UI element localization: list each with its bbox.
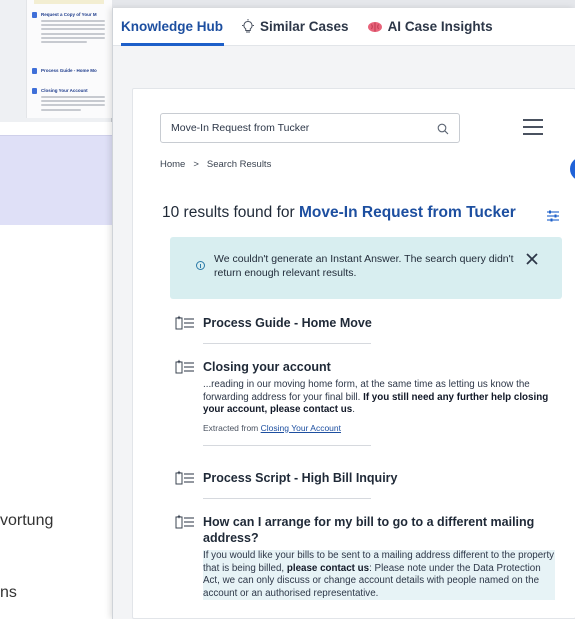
- background-doc-item-title: Closing Your Account: [41, 88, 88, 93]
- extracted-from: Extracted from Closing Your Account: [203, 423, 555, 433]
- result-divider: [203, 444, 371, 446]
- background-doc-item-title: Request a Copy of Your M: [41, 12, 97, 17]
- background-banner: [0, 135, 112, 225]
- lightbulb-icon: [241, 18, 255, 35]
- info-icon: [196, 261, 205, 270]
- results-query: Move-In Request from Tucker: [299, 204, 516, 221]
- result-title[interactable]: How can I arrange for my bill to go to a…: [203, 514, 555, 546]
- result-snippet: ...reading in our moving home form, at t…: [203, 379, 555, 417]
- tab-knowledge-hub[interactable]: Knowledge Hub: [113, 8, 232, 46]
- background-document-window: Request a Copy of Your M Process Guide -…: [0, 0, 112, 122]
- notice-text: We couldn't generate an Instant Answer. …: [214, 253, 514, 279]
- article-sparkle-icon: [175, 359, 195, 375]
- snippet-bold-text: please contact us: [286, 562, 370, 574]
- background-doc-item-title: Process Guide - Home Mo: [41, 68, 97, 73]
- article-sparkle-icon: [175, 514, 195, 530]
- results-header: 10 results found for Move-In Request fro…: [162, 204, 516, 222]
- background-highlight: [34, 0, 104, 4]
- background-text: vortung: [0, 512, 54, 529]
- article-sparkle-icon: [175, 470, 195, 486]
- results-count-text: 10 results found for: [162, 204, 295, 221]
- result-title[interactable]: Process Guide - Home Move: [203, 315, 372, 331]
- background-text: ns: [0, 584, 17, 601]
- tab-ai-case-insights[interactable]: AI Case Insights: [358, 8, 502, 46]
- search-icon[interactable]: [437, 122, 449, 135]
- book-icon: [32, 12, 37, 18]
- background-doc-item: Process Guide - Home Mo: [32, 68, 124, 74]
- result-item[interactable]: Closing your account ...reading in our m…: [175, 359, 555, 446]
- search-input[interactable]: Move-In Request from Tucker: [160, 113, 460, 143]
- extracted-link[interactable]: Closing Your Account: [261, 423, 341, 433]
- result-snippet: If you would like your bills to be sent …: [203, 550, 555, 600]
- book-icon: [32, 68, 37, 74]
- book-icon: [32, 88, 37, 94]
- result-item[interactable]: Process Script - High Bill Inquiry: [175, 470, 555, 499]
- knowledge-search-card: Move-In Request from Tucker Home > Searc…: [132, 88, 575, 619]
- extracted-label: Extracted from: [203, 422, 259, 433]
- tab-similar-cases[interactable]: Similar Cases: [232, 8, 358, 46]
- result-item[interactable]: Process Guide - Home Move: [175, 315, 555, 344]
- assistant-fab[interactable]: [570, 157, 575, 181]
- breadcrumb-current: Search Results: [206, 159, 272, 170]
- background-doc-item: Closing Your Account: [32, 88, 124, 113]
- breadcrumb: Home > Search Results: [160, 159, 271, 170]
- close-icon[interactable]: [524, 251, 540, 267]
- breadcrumb-home[interactable]: Home: [160, 159, 185, 170]
- menu-icon[interactable]: [523, 119, 543, 135]
- tab-bar: Knowledge Hub Similar Cases AI Case Insi…: [113, 8, 575, 46]
- knowledge-panel: Knowledge Hub Similar Cases AI Case Insi…: [112, 8, 575, 619]
- tab-label: AI Case Insights: [387, 19, 493, 34]
- result-item[interactable]: How can I arrange for my bill to go to a…: [175, 514, 555, 600]
- tab-label: Similar Cases: [260, 19, 349, 34]
- tab-label: Knowledge Hub: [121, 19, 223, 34]
- result-divider: [203, 498, 371, 499]
- breadcrumb-separator-icon: >: [193, 159, 199, 170]
- background-doc-item: Request a Copy of Your M: [32, 12, 124, 45]
- snippet-text: .: [352, 404, 355, 415]
- result-divider: [203, 343, 371, 344]
- filter-icon[interactable]: [546, 209, 560, 222]
- brain-icon: [367, 21, 383, 33]
- result-title[interactable]: Closing your account: [203, 359, 331, 375]
- search-input-value[interactable]: Move-In Request from Tucker: [171, 122, 437, 134]
- article-sparkle-icon: [175, 315, 195, 331]
- instant-answer-notice: We couldn't generate an Instant Answer. …: [170, 237, 562, 299]
- result-title[interactable]: Process Script - High Bill Inquiry: [203, 470, 397, 486]
